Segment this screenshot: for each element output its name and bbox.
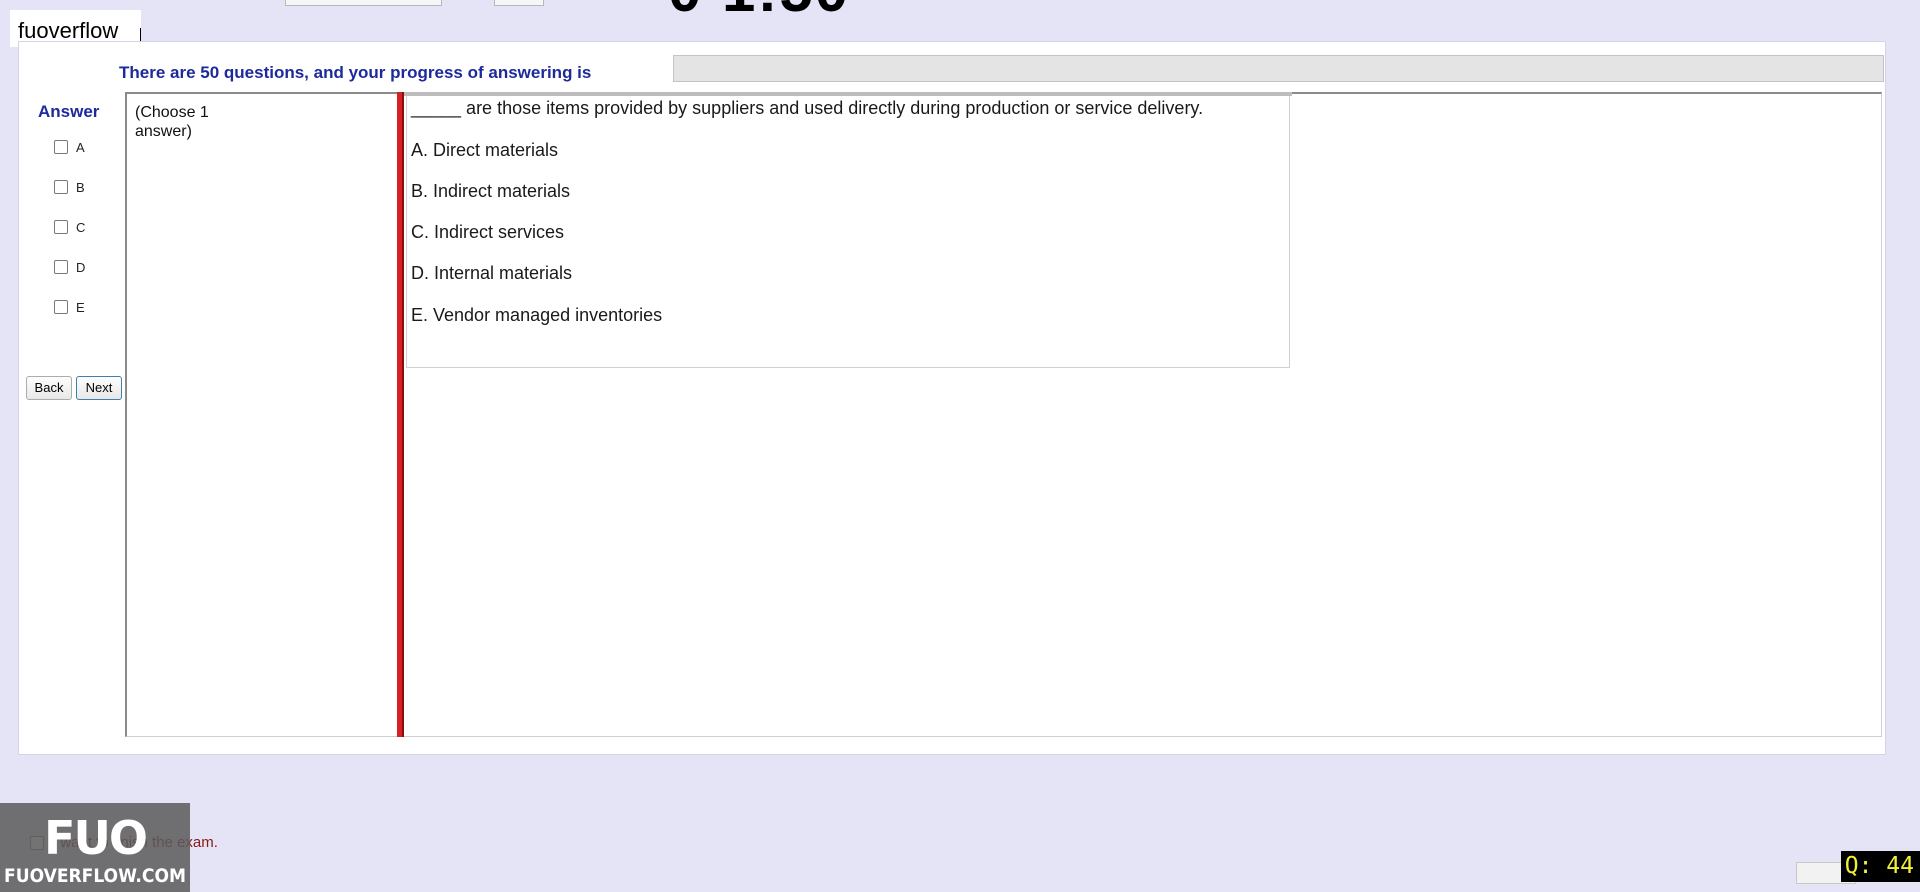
answer-option-label: B (76, 179, 85, 195)
progress-bar (673, 55, 1884, 82)
answer-option-a[interactable]: A (54, 138, 85, 156)
splitter-shadow (402, 92, 404, 737)
answer-option-d[interactable]: D (54, 258, 85, 276)
answer-title: Answer (38, 102, 100, 121)
question-option-e: E. Vendor managed inventories (411, 305, 663, 325)
top-small-control[interactable] (494, 0, 544, 6)
site-watermark-text: fuoverflow (18, 18, 119, 43)
fuoverflow-logo: FUO FUOVERFLOW.COM (0, 803, 190, 892)
checkbox-d[interactable] (54, 260, 68, 274)
question-option-d: D. Internal materials (411, 263, 573, 283)
answer-option-c[interactable]: C (54, 218, 85, 236)
choose-note: (Choose 1 answer) (135, 104, 209, 140)
question-option-b: B. Indirect materials (411, 181, 571, 201)
exam-timer: 0 1:50 (668, 0, 850, 25)
checkbox-e[interactable] (54, 300, 68, 314)
logo-text: FUOVERFLOW.COM (4, 865, 186, 887)
question-option-a: A. Direct materials (411, 140, 559, 160)
logo-mark: FUO (44, 811, 148, 865)
answer-option-label: C (76, 219, 86, 235)
progress-label: There are 50 questions, and your progres… (119, 63, 592, 82)
checkbox-b[interactable] (54, 180, 68, 194)
answer-option-b[interactable]: B (54, 178, 85, 196)
answer-option-label: E (76, 299, 85, 315)
answer-option-label: A (76, 139, 85, 155)
splitter-handle[interactable] (397, 92, 404, 737)
checkbox-c[interactable] (54, 220, 68, 234)
question-option-c: C. Indirect services (411, 222, 565, 242)
question-counter: Q: 44 (1841, 851, 1920, 882)
next-button[interactable]: Next (76, 376, 122, 400)
back-button[interactable]: Back (26, 376, 72, 400)
answer-option-label: D (76, 259, 86, 275)
question-box-top-border (404, 92, 1292, 96)
top-dropdown[interactable] (285, 0, 442, 6)
answer-option-e[interactable]: E (54, 298, 85, 316)
question-text: _____ are those items provided by suppli… (411, 98, 1204, 118)
checkbox-a[interactable] (54, 140, 68, 154)
